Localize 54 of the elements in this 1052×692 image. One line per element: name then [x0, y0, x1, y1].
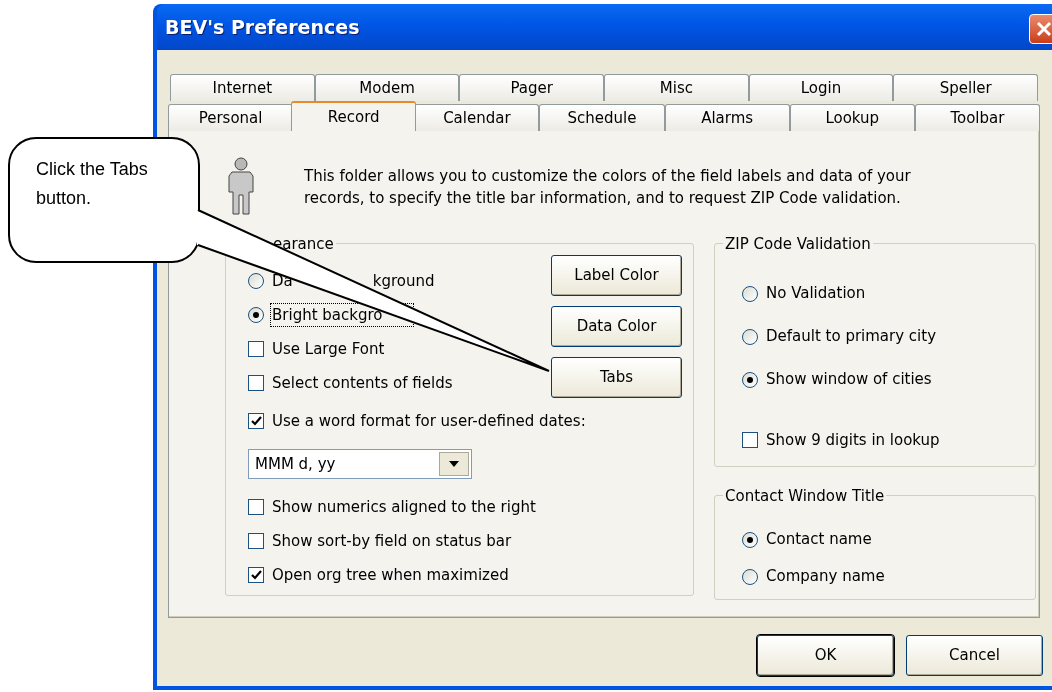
option-label[interactable]: Bright backgro	[272, 303, 383, 327]
tab[interactable]: Alarms	[664, 104, 790, 131]
tab[interactable]: Schedule	[539, 104, 665, 131]
option-label[interactable]: Use a word format for user-defined dates:	[271, 409, 587, 433]
tab[interactable]: Modem	[314, 74, 460, 101]
checkbox[interactable]	[248, 499, 264, 515]
push-button[interactable]: Data Color	[551, 306, 682, 347]
option-label[interactable]: Show numerics aligned to the right	[271, 495, 537, 519]
checkbox[interactable]	[248, 375, 264, 391]
checkbox[interactable]	[248, 413, 264, 429]
push-button[interactable]: Cancel	[906, 635, 1043, 676]
radio-button[interactable]	[742, 285, 758, 302]
option-label[interactable]: Open org tree when maximized	[271, 563, 510, 587]
radio-button[interactable]	[248, 273, 264, 289]
tab[interactable]: Calendar	[414, 104, 540, 131]
option-label[interactable]: Show window of cities	[765, 368, 933, 391]
radio-button[interactable]	[742, 371, 758, 388]
date-format-dropdown[interactable]: MMM d, yy	[248, 449, 472, 479]
radio-button[interactable]	[742, 531, 758, 548]
option-label[interactable]: Default to primary city	[765, 325, 938, 348]
person-icon	[228, 157, 254, 217]
checkbox[interactable]	[248, 341, 264, 357]
radio-button[interactable]	[248, 307, 264, 323]
window-title: BEV's Preferences	[165, 14, 360, 40]
option-label[interactable]: Show 9 digits in lookup	[765, 428, 941, 452]
close-icon	[1035, 20, 1052, 38]
push-button[interactable]: OK	[757, 635, 894, 676]
push-button[interactable]: Tabs	[551, 357, 682, 398]
tab[interactable]: Speller	[893, 74, 1039, 101]
option-label[interactable]: Contact name	[765, 528, 873, 551]
intro-text: records, to specify the title bar information, and to request ZIP Code validation.	[304, 188, 902, 209]
option-label[interactable]: Show sort-by field on status bar	[271, 529, 513, 553]
option-label[interactable]: Company name	[765, 565, 886, 588]
option-label[interactable]: Use Large Font	[271, 337, 386, 361]
tab[interactable]: Record	[291, 101, 417, 131]
tab[interactable]: Pager	[459, 74, 604, 101]
callout-bubble: Click the Tabs button.	[8, 137, 200, 263]
option-label[interactable]: kground	[372, 269, 435, 293]
tab[interactable]: Toolbar	[914, 104, 1040, 131]
tab[interactable]: Lookup	[789, 104, 915, 131]
radio-button[interactable]	[742, 328, 758, 345]
option-label[interactable]: Select contents of fields	[271, 371, 454, 395]
close-button[interactable]	[1029, 14, 1052, 44]
tab[interactable]: Login	[748, 74, 894, 101]
checkbox[interactable]	[742, 432, 758, 448]
option-label[interactable]: No Validation	[765, 282, 867, 305]
tab[interactable]: Misc	[604, 74, 749, 101]
tab[interactable]: Internet	[170, 74, 315, 101]
tab[interactable]: Personal	[168, 104, 294, 131]
radio-button[interactable]	[742, 568, 758, 585]
push-button[interactable]: Label Color	[551, 255, 682, 296]
checkbox[interactable]	[248, 567, 264, 583]
intro-text: This folder allows you to customize the colors of the field labels and data of your	[304, 166, 911, 187]
checkbox[interactable]	[248, 533, 264, 549]
